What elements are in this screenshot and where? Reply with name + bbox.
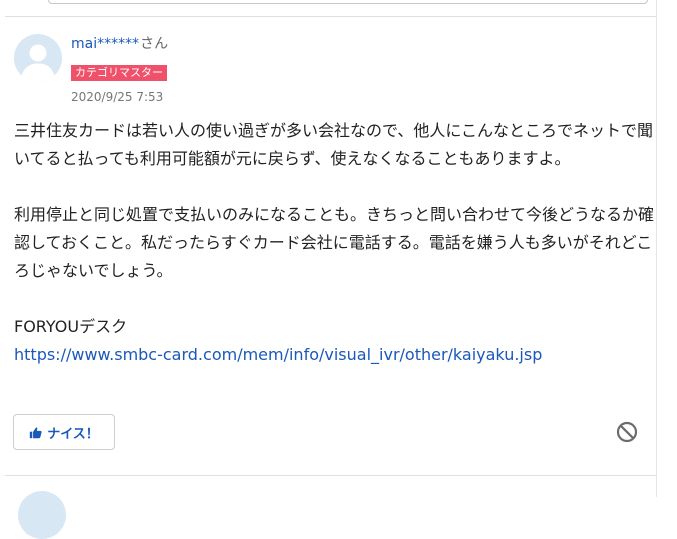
prohibited-icon xyxy=(616,421,638,443)
nice-button-label: ナイス！ xyxy=(47,426,99,442)
category-master-badge: カテゴリマスター xyxy=(71,65,167,81)
content-right-border xyxy=(656,0,657,497)
answer-timestamp: 2020/9/25 7:53 xyxy=(71,90,164,104)
answer-divider-top xyxy=(5,16,656,17)
answer-paragraph: 三井住友カードは若い人の使い過ぎが多い会社なので、他人にこんなところでネットで聞… xyxy=(14,121,654,168)
user-avatar[interactable] xyxy=(14,34,62,82)
thumbs-up-icon xyxy=(29,426,42,439)
next-answer-avatar[interactable] xyxy=(18,491,66,539)
answer-body: 三井住友カードは若い人の使い過ぎが多い会社なので、他人にこんなところでネットで聞… xyxy=(14,117,654,369)
username-link[interactable]: mai****** xyxy=(71,36,139,52)
username-honorific: さん xyxy=(140,36,169,52)
answer-divider-bottom xyxy=(5,475,656,476)
report-button[interactable] xyxy=(614,419,640,445)
previous-answer-card-edge xyxy=(48,0,648,4)
answer-paragraph: FORYOUデスク xyxy=(14,317,128,336)
default-user-avatar-icon xyxy=(20,44,56,82)
nice-button[interactable]: ナイス！ xyxy=(13,414,115,450)
answer-link[interactable]: https://www.smbc-card.com/mem/info/visua… xyxy=(14,345,542,364)
answer-paragraph: 利用停止と同じ処置で支払いのみになることも。きちっと問い合わせて今後どうなるか確… xyxy=(14,205,655,280)
answer-author: mai******さん xyxy=(71,35,168,53)
